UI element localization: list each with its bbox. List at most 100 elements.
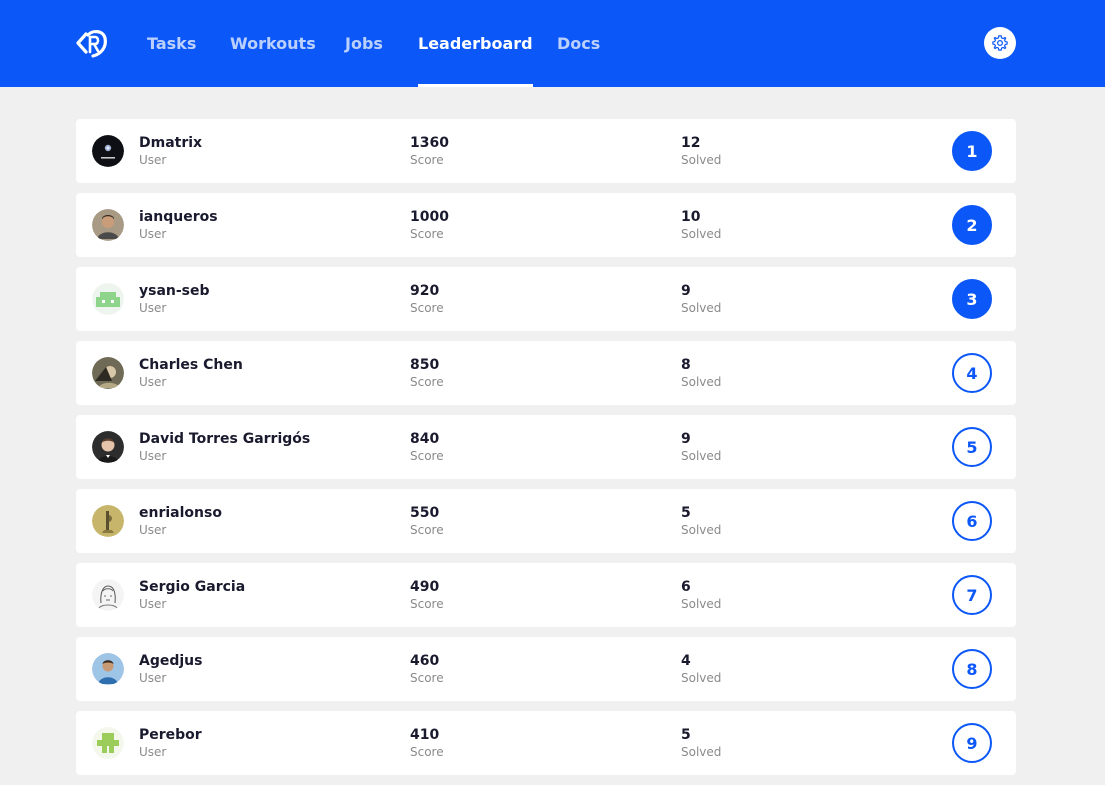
score-cell: 550 Score [410,504,444,538]
leaderboard-row[interactable]: Agedjus User 460 Score 4 Solved 8 [76,637,1016,701]
photo-avatar-icon [92,209,124,241]
logo-icon[interactable] [74,25,110,61]
score-value: 920 [410,283,440,299]
leaderboard-row[interactable]: enrialonso User 550 Score 5 Solved 6 [76,489,1016,553]
score-label: Score [410,449,444,463]
score-label: Score [410,523,444,537]
solved-cell: 4 Solved [681,652,721,686]
score-value: 550 [410,505,440,521]
rank-badge: 4 [952,353,992,393]
solved-value: 8 [681,357,691,373]
score-value: 460 [410,653,440,669]
rank-badge: 8 [952,649,992,689]
user-role: User [139,375,167,389]
lime-identicon-icon [92,727,124,759]
leaderboard-row[interactable]: David Torres Garrigós User 840 Score 9 S… [76,415,1016,479]
score-label: Score [410,153,444,167]
rank-badge: 9 [952,723,992,763]
user-name[interactable]: David Torres Garrigós [139,430,310,448]
user-cell: enrialonso User [139,504,222,538]
user-name[interactable]: Agedjus [139,652,202,670]
solved-label: Solved [681,671,722,685]
gear-icon [992,35,1008,51]
solved-label: Solved [681,375,722,389]
solved-value: 10 [681,209,701,225]
green-identicon-icon [92,283,124,315]
leaderboard-row[interactable]: ianqueros User 1000 Score 10 Solved 2 [76,193,1016,257]
score-label: Score [410,597,444,611]
nav-tasks[interactable]: Tasks [147,0,196,87]
score-value: 850 [410,357,440,373]
user-role: User [139,597,167,611]
nav-leaderboard[interactable]: Leaderboard [418,0,533,87]
rank-badge: 2 [952,205,992,245]
solved-value: 9 [681,283,691,299]
user-role: User [139,671,167,685]
rank-badge: 5 [952,427,992,467]
score-cell: 850 Score [410,356,444,390]
user-cell: David Torres Garrigós User [139,430,310,464]
solved-label: Solved [681,301,722,315]
solved-cell: 10 Solved [681,208,721,242]
solved-value: 12 [681,135,701,151]
leaderboard-row[interactable]: Dmatrix User 1360 Score 12 Solved 1 [76,119,1016,183]
dark-avatar-icon [92,135,124,167]
solved-label: Solved [681,153,722,167]
score-value: 410 [410,727,440,743]
solved-cell: 6 Solved [681,578,721,612]
solved-label: Solved [681,745,722,759]
photo-avatar-icon [92,505,124,537]
top-navbar: Tasks Workouts Jobs Leaderboard Docs [0,0,1105,87]
score-label: Score [410,745,444,759]
nav-workouts[interactable]: Workouts [230,0,316,87]
user-cell: Agedjus User [139,652,202,686]
score-value: 1000 [410,209,449,225]
score-value: 490 [410,579,440,595]
user-name[interactable]: Charles Chen [139,356,243,374]
rank-badge: 7 [952,575,992,615]
score-value: 840 [410,431,440,447]
user-name[interactable]: Perebor [139,726,202,744]
user-cell: Charles Chen User [139,356,243,390]
user-role: User [139,523,167,537]
user-role: User [139,449,167,463]
user-cell: ysan-seb User [139,282,210,316]
solved-value: 5 [681,727,691,743]
photo-avatar-icon [92,357,124,389]
nav-docs[interactable]: Docs [557,0,600,87]
user-name[interactable]: ysan-seb [139,282,210,300]
user-role: User [139,301,167,315]
solved-label: Solved [681,449,722,463]
nav-jobs[interactable]: Jobs [345,0,383,87]
solved-label: Solved [681,227,722,241]
solved-cell: 5 Solved [681,726,721,760]
rank-badge: 1 [952,131,992,171]
solved-value: 5 [681,505,691,521]
solved-value: 4 [681,653,691,669]
solved-cell: 9 Solved [681,430,721,464]
solved-cell: 8 Solved [681,356,721,390]
settings-button[interactable] [984,27,1016,59]
photo-avatar-icon [92,431,124,463]
solved-value: 9 [681,431,691,447]
user-name[interactable]: ianqueros [139,208,218,226]
user-cell: Perebor User [139,726,202,760]
solved-cell: 5 Solved [681,504,721,538]
score-cell: 1000 Score [410,208,449,242]
score-cell: 410 Score [410,726,444,760]
leaderboard-row[interactable]: ysan-seb User 920 Score 9 Solved 3 [76,267,1016,331]
rank-badge: 3 [952,279,992,319]
score-value: 1360 [410,135,449,151]
photo-avatar-icon [92,653,124,685]
user-name[interactable]: Sergio Garcia [139,578,245,596]
user-name[interactable]: Dmatrix [139,134,202,152]
leaderboard-row[interactable]: Perebor User 410 Score 5 Solved 9 [76,711,1016,775]
rank-badge: 6 [952,501,992,541]
score-cell: 460 Score [410,652,444,686]
user-name[interactable]: enrialonso [139,504,222,522]
leaderboard-row[interactable]: Sergio Garcia User 490 Score 6 Solved 7 [76,563,1016,627]
score-label: Score [410,227,444,241]
solved-label: Solved [681,523,722,537]
leaderboard-row[interactable]: Charles Chen User 850 Score 8 Solved 4 [76,341,1016,405]
user-cell: Dmatrix User [139,134,202,168]
